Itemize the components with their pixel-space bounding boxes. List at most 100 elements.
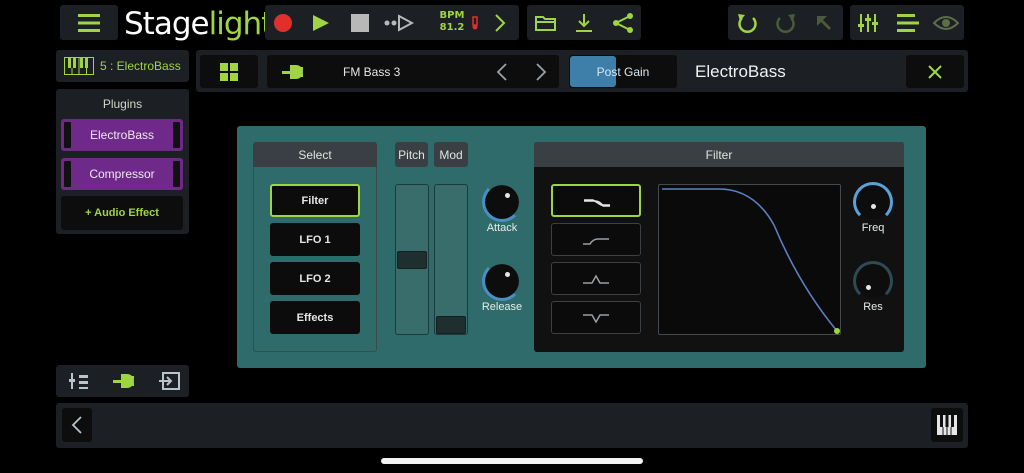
mod-wheel-thumb[interactable]	[436, 316, 466, 334]
select-effects-button[interactable]: Effects	[270, 301, 360, 334]
view-toggle-button[interactable]	[930, 10, 962, 36]
record-icon	[274, 14, 292, 32]
select-lfo1-button[interactable]: LFO 1	[270, 223, 360, 256]
back-button[interactable]	[62, 408, 92, 442]
highpass-icon	[583, 238, 609, 245]
keyboard-button[interactable]	[931, 408, 963, 442]
mixer-button[interactable]	[853, 10, 883, 36]
plugin-grid-button[interactable]	[200, 55, 258, 88]
filter-type-bandpass[interactable]	[551, 262, 641, 295]
preset-selector[interactable]	[267, 55, 559, 88]
add-audio-effect-button[interactable]: + Audio Effect	[61, 196, 183, 230]
app-logo: Stagelight	[124, 6, 274, 42]
res-knob[interactable]	[853, 261, 893, 301]
loop-play-icon	[384, 14, 414, 32]
release-knob-ring	[482, 261, 522, 301]
record-button[interactable]	[270, 10, 296, 36]
list-icon	[897, 14, 919, 32]
play-button[interactable]	[306, 10, 334, 36]
mod-tab[interactable]: Mod	[434, 142, 468, 167]
chevron-left-icon	[71, 416, 82, 434]
attack-knob[interactable]	[482, 182, 522, 222]
mixer-icon	[69, 373, 88, 389]
res-label: Res	[863, 301, 883, 313]
release-label: Release	[481, 301, 523, 313]
plugin-view-button[interactable]	[108, 369, 140, 393]
post-gain-slider[interactable]: Post Gain	[569, 55, 677, 88]
filter-cutoff-handle	[834, 328, 840, 334]
undo-button[interactable]	[732, 10, 762, 36]
prev-preset-button[interactable]	[490, 58, 514, 86]
chevron-left-icon	[496, 63, 507, 81]
bpm-value: 81.2	[439, 22, 465, 33]
filter-heading: Filter	[534, 142, 904, 167]
logo-stage: Stage	[124, 6, 210, 42]
select-lfo1-label: LFO 1	[299, 233, 331, 246]
redo-button[interactable]	[771, 10, 801, 36]
piano-icon	[64, 57, 94, 75]
mod-wheel[interactable]	[434, 184, 468, 335]
open-folder-button[interactable]	[531, 10, 561, 36]
close-plugin-button[interactable]	[906, 55, 964, 88]
mixer-view-button[interactable]	[62, 369, 94, 393]
select-tool-button[interactable]	[809, 10, 839, 36]
plugins-heading: Plugins	[102, 97, 143, 111]
track-name: 5 : ElectroBass	[100, 59, 181, 73]
arrow-cursor-icon	[817, 16, 831, 30]
plugin-label: ElectroBass	[89, 128, 155, 142]
stop-icon	[351, 14, 369, 32]
release-knob-indicator	[505, 272, 510, 277]
release-knob[interactable]	[482, 261, 522, 301]
hamburger-icon	[78, 14, 100, 32]
instrument-title: ElectroBass	[695, 62, 786, 81]
tracklist-button[interactable]	[893, 10, 923, 36]
logo-light: light	[208, 6, 274, 42]
bpm-display[interactable]: BPM 81.2	[438, 10, 466, 34]
share-button[interactable]	[608, 10, 638, 36]
download-button[interactable]	[569, 10, 599, 36]
input-icon	[159, 372, 180, 390]
filter-type-notch[interactable]	[551, 301, 641, 334]
plugin-label: Compressor	[89, 167, 155, 181]
freq-label: Freq	[861, 222, 885, 234]
select-filter-button[interactable]: Filter	[270, 184, 360, 217]
input-view-button[interactable]	[153, 369, 185, 393]
loop-play-button[interactable]	[382, 10, 416, 36]
close-icon	[928, 64, 942, 79]
transport-more-button[interactable]	[489, 10, 511, 36]
home-indicator	[381, 458, 643, 464]
plug-icon	[113, 374, 134, 388]
filter-type-lowpass[interactable]	[551, 184, 641, 217]
chevron-right-icon	[536, 63, 547, 81]
select-lfo2-button[interactable]: LFO 2	[270, 262, 360, 295]
undo-icon	[738, 14, 757, 33]
pitch-tab[interactable]: Pitch	[395, 142, 428, 167]
chevron-right-icon	[495, 14, 506, 32]
select-lfo2-label: LFO 2	[299, 272, 331, 285]
metronome-button[interactable]	[468, 12, 482, 34]
attack-knob-ring	[482, 182, 522, 222]
freq-knob[interactable]	[853, 182, 893, 222]
menu-button[interactable]	[72, 10, 106, 36]
plugin-slot-electrobass[interactable]: ElectroBass	[61, 119, 183, 151]
select-heading: Select	[253, 142, 377, 167]
pitch-wheel-thumb[interactable]	[397, 251, 427, 269]
attack-label: Attack	[486, 222, 518, 234]
preset-name: FM Bass 3	[343, 65, 401, 79]
lowpass-icon	[584, 199, 610, 207]
res-knob-indicator	[866, 285, 871, 290]
next-preset-button[interactable]	[529, 58, 553, 86]
metronome-icon	[472, 16, 478, 30]
plug-icon	[282, 64, 303, 79]
bpm-label: BPM	[439, 10, 465, 21]
filter-type-highpass[interactable]	[551, 223, 641, 256]
bottom-bar	[56, 403, 968, 448]
track-header[interactable]: 5 : ElectroBass	[56, 50, 189, 82]
plugin-slot-compressor[interactable]: Compressor	[61, 158, 183, 190]
stop-button[interactable]	[346, 10, 374, 36]
redo-icon	[776, 14, 795, 33]
filter-response-graph[interactable]	[658, 184, 841, 335]
sliders-icon	[858, 14, 878, 32]
download-icon	[576, 14, 592, 32]
pitch-wheel[interactable]	[395, 184, 429, 335]
